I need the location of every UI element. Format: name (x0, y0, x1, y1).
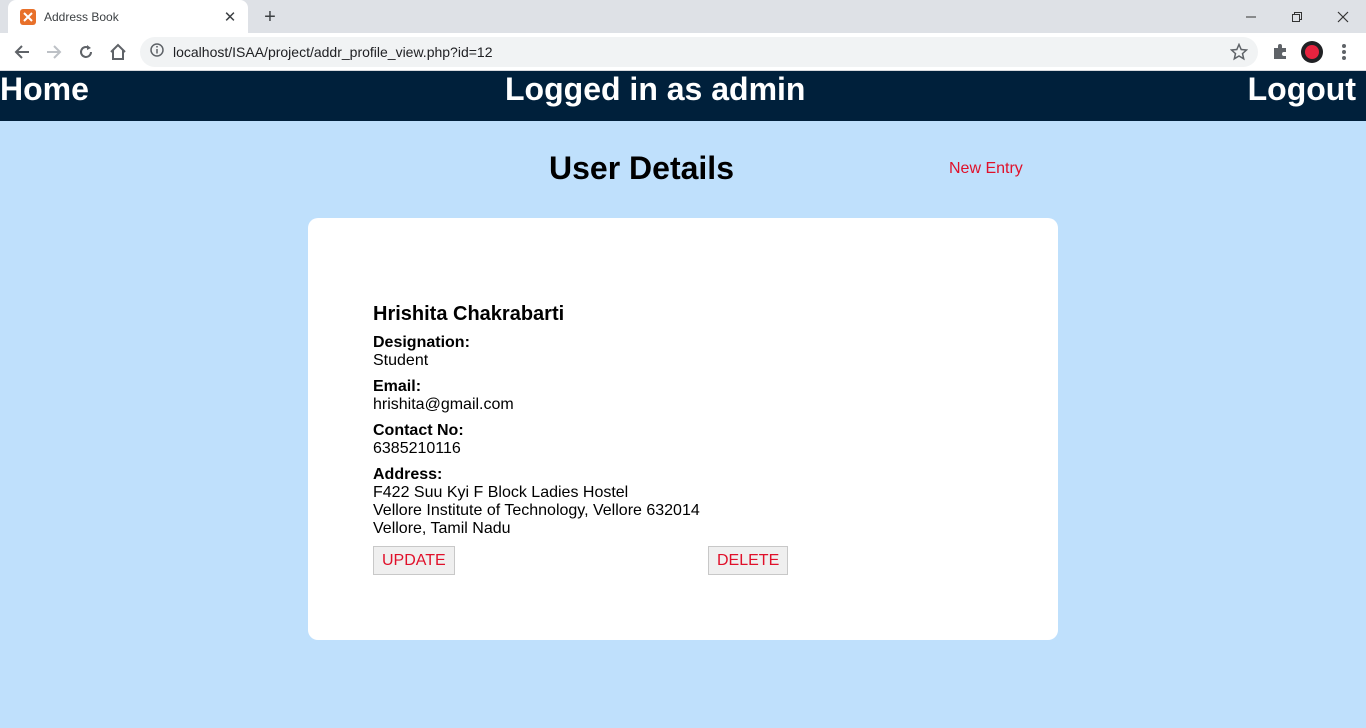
site-navbar: Home Logged in as admin Logout (0, 71, 1366, 121)
contact-value: 6385210116 (373, 440, 461, 457)
extensions-icon[interactable] (1270, 41, 1290, 66)
address-line-1: F422 Suu Kyi F Block Ladies Hostel (373, 484, 629, 501)
profile-avatar[interactable] (1301, 41, 1323, 63)
more-menu-icon[interactable] (1336, 41, 1352, 63)
new-tab-icon[interactable]: + (258, 5, 282, 29)
address-line-3: Vellore, Tamil Nadu (373, 520, 511, 537)
address-field: Address: F422 Suu Kyi F Block Ladies Hos… (373, 466, 700, 538)
window-controls (1228, 0, 1366, 33)
new-entry-link[interactable]: New Entry (949, 160, 1023, 178)
email-label: Email: (373, 378, 422, 395)
bookmark-star-icon[interactable] (1229, 42, 1249, 66)
user-name: Hrishita Chakrabarti (373, 303, 565, 325)
update-button[interactable]: UPDATE (373, 546, 455, 575)
contact-field: Contact No: 6385210116 (373, 422, 464, 458)
email-field: Email: hrishita@gmail.com (373, 378, 514, 414)
email-value: hrishita@gmail.com (373, 396, 514, 413)
browser-tab[interactable]: Address Book ✕ (8, 0, 248, 33)
page-title: User Details (549, 150, 734, 186)
logged-in-status: Logged in as admin (505, 71, 806, 107)
home-icon[interactable] (106, 40, 130, 64)
user-details-card: Hrishita Chakrabarti Designation: Studen… (308, 218, 1058, 640)
info-icon[interactable] (150, 42, 164, 62)
delete-button[interactable]: DELETE (708, 546, 789, 575)
forward-icon[interactable] (42, 40, 66, 64)
home-link[interactable]: Home (0, 71, 89, 108)
contact-label: Contact No: (373, 422, 464, 439)
designation-value: Student (373, 352, 429, 369)
tab-close-icon[interactable]: ✕ (222, 8, 238, 26)
designation-label: Designation: (373, 334, 470, 351)
logout-link[interactable]: Logout (1248, 71, 1356, 108)
address-label: Address: (373, 466, 443, 483)
close-window-icon[interactable] (1320, 0, 1366, 33)
designation-field: Designation: Student (373, 334, 470, 370)
address-bar[interactable]: localhost/ISAA/project/addr_profile_view… (140, 37, 1258, 67)
browser-toolbar: localhost/ISAA/project/addr_profile_view… (0, 33, 1366, 71)
tab-strip: Address Book ✕ + (0, 0, 1366, 33)
minimize-icon[interactable] (1228, 0, 1274, 33)
address-line-2: Vellore Institute of Technology, Vellore… (373, 502, 700, 519)
back-icon[interactable] (10, 40, 34, 64)
url-text: localhost/ISAA/project/addr_profile_view… (173, 44, 493, 60)
reload-icon[interactable] (74, 40, 98, 64)
tab-title: Address Book (44, 9, 119, 24)
restore-icon[interactable] (1274, 0, 1320, 33)
xampp-favicon-icon (20, 8, 36, 25)
